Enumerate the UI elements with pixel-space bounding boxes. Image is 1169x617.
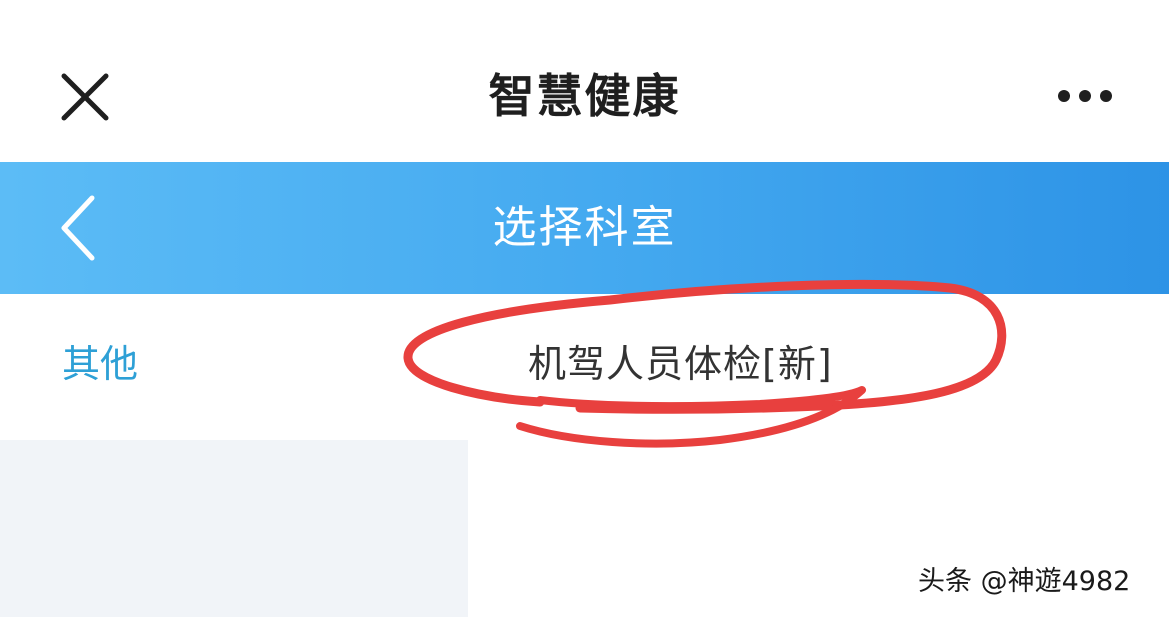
sidebar-item-label: 其他	[62, 342, 139, 386]
more-horizontal-icon	[1058, 90, 1112, 102]
watermark: 头条 @神遊4982	[918, 566, 1131, 597]
department-item-driver-checkup[interactable]: 机驾人员体检[新]	[468, 294, 1169, 440]
app-title: 智慧健康	[488, 69, 681, 123]
sidebar-item-other[interactable]: 其他	[0, 294, 468, 440]
sidebar-empty-area	[0, 440, 468, 617]
screen: 智慧健康 选择科室 其他 机驾人员体检[新] 头条 @神遊4982	[0, 0, 1169, 617]
more-button[interactable]	[1052, 80, 1118, 112]
department-item-label: 机驾人员体检[新]	[528, 342, 833, 386]
page-header: 选择科室	[0, 162, 1169, 294]
page-title: 选择科室	[492, 202, 677, 253]
mini-program-bar: 智慧健康	[0, 0, 1169, 162]
